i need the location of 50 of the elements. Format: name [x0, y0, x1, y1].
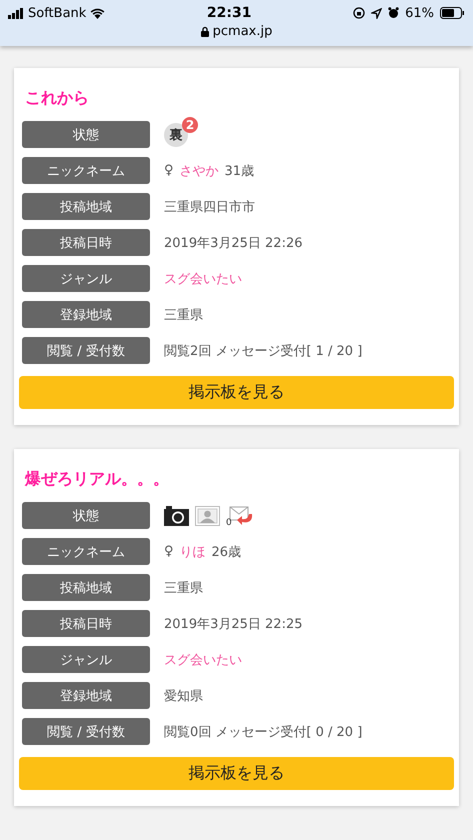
battery-percent: 61% [405, 6, 434, 20]
age-text: 26歳 [212, 544, 242, 560]
nickname-link[interactable]: りほ [180, 542, 206, 560]
field-value: 閲覧2回 メッセージ受付[ 1 / 20 ] [164, 342, 362, 360]
field-label: ジャンル [22, 265, 150, 292]
gender-symbol: ♀ [164, 163, 174, 178]
field-label: 登録地域 [22, 682, 150, 709]
field-label: 投稿地域 [22, 574, 150, 601]
field-label: 投稿地域 [22, 193, 150, 220]
field-label: 状態 [22, 121, 150, 148]
field-label: 閲覧 / 受付数 [22, 337, 150, 364]
field-label: ニックネーム [22, 538, 150, 565]
genre-link[interactable]: スグ会いたい [164, 650, 242, 668]
field-label: 登録地域 [22, 301, 150, 328]
clock-time: 22:31 [206, 5, 252, 21]
field-label: 閲覧 / 受付数 [22, 718, 150, 745]
alarm-icon [388, 7, 400, 19]
field-label: ニックネーム [22, 157, 150, 184]
field-value: 三重県 [164, 306, 203, 324]
age-text: 31歳 [224, 162, 254, 180]
lock-icon [200, 26, 209, 37]
post-title: 爆ぜろリアル。。。 [25, 469, 170, 490]
url-text: pcmax.jp [212, 24, 272, 39]
signal-icon [8, 8, 24, 18]
profile-photo-icon [195, 506, 220, 526]
field-label: ジャンル [22, 646, 150, 673]
field-value: 愛知県 [164, 688, 203, 704]
genre-link[interactable]: スグ会いたい [164, 270, 242, 288]
field-value: 2019年3月25日 22:25 [164, 616, 302, 632]
field-value: 2019年3月25日 22:26 [164, 234, 302, 252]
board-button[interactable]: 掲示板を見る [19, 376, 454, 409]
mail-count: 0 [226, 518, 232, 528]
field-value: 三重県 [164, 580, 203, 596]
wifi-icon [90, 8, 106, 18]
location-icon [371, 8, 382, 18]
camera-icon [164, 506, 189, 526]
battery-icon [440, 7, 465, 19]
field-label: 投稿日時 [22, 229, 150, 256]
field-label: 投稿日時 [22, 610, 150, 637]
field-value: 三重県四日市市 [164, 198, 255, 216]
carrier-name: SoftBank [28, 6, 86, 20]
gender-symbol: ♀ [164, 544, 174, 559]
board-button[interactable]: 掲示板を見る [19, 757, 454, 790]
nickname-link[interactable]: さやか [180, 162, 219, 180]
field-label: 状態 [22, 502, 150, 529]
field-value: 閲覧0回 メッセージ受付[ 0 / 20 ] [164, 724, 362, 740]
post-title: これから [25, 88, 90, 109]
count-badge: 2 [182, 116, 198, 132]
rotation-lock-icon [353, 7, 366, 19]
ura-mark: 裏 [170, 126, 182, 144]
